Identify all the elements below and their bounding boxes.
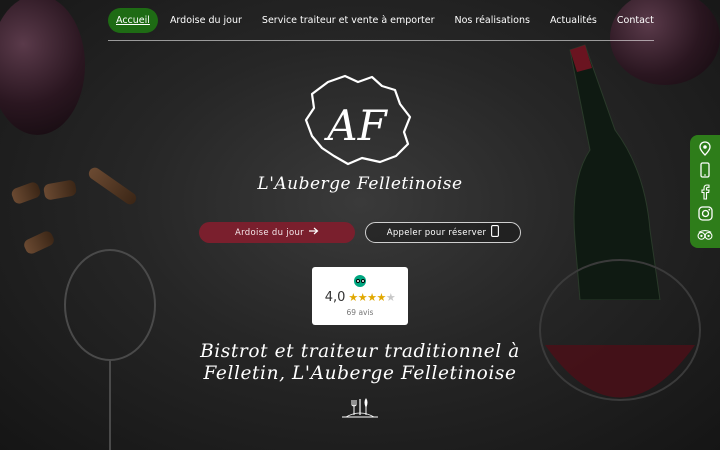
star-empty-icon: ★ xyxy=(385,291,396,304)
page-headline: Bistrot et traiteur traditionnel à Felle… xyxy=(0,341,720,385)
rating-score: 4,0 xyxy=(324,290,346,305)
tripadvisor-rating-card[interactable]: 4,0 ★★★★★ 69 avis xyxy=(312,267,408,325)
arrow-right-icon xyxy=(308,227,319,238)
tripadvisor-icon[interactable] xyxy=(697,227,713,243)
nav-item-accueil[interactable]: Accueil xyxy=(108,7,158,33)
star-filled-icon: ★ xyxy=(348,291,358,304)
social-side-bar xyxy=(690,135,720,248)
rating-count: 69 avis xyxy=(346,308,374,317)
cork-decoration xyxy=(22,229,56,256)
nav-item-traiteur[interactable]: Service traiteur et vente à emporter xyxy=(254,8,443,33)
nav-item-realisations[interactable]: Nos réalisations xyxy=(447,8,538,33)
ardoise-button-label: Ardoise du jour xyxy=(235,227,304,238)
call-button-label: Appeler pour réserver xyxy=(386,227,487,238)
nav-item-ardoise[interactable]: Ardoise du jour xyxy=(162,8,250,33)
star-filled-icon: ★ xyxy=(367,291,377,304)
call-to-book-button[interactable]: Appeler pour réserver xyxy=(365,222,521,243)
main-navigation: Accueil Ardoise du jour Service traiteur… xyxy=(108,7,654,41)
rating-row: 4,0 ★★★★★ xyxy=(312,290,408,305)
headline-line-1: Bistrot et traiteur traditionnel à xyxy=(200,341,520,362)
facebook-icon[interactable] xyxy=(697,183,713,200)
map-pin-icon[interactable] xyxy=(697,140,713,157)
nav-item-actualites[interactable]: Actualités xyxy=(542,8,605,33)
grapes-decoration xyxy=(0,0,85,135)
instagram-icon[interactable] xyxy=(697,205,713,221)
headline-line-2: Felletin, L'Auberge Felletinoise xyxy=(203,363,517,384)
nav-item-contact[interactable]: Contact xyxy=(609,8,662,33)
brand-name: L'Auberge Felletinoise xyxy=(257,174,463,194)
rating-stars: ★★★★★ xyxy=(348,291,395,304)
ardoise-button[interactable]: Ardoise du jour xyxy=(199,222,355,243)
star-filled-icon: ★ xyxy=(357,291,368,304)
tripadvisor-icon xyxy=(354,275,366,287)
star-filled-icon: ★ xyxy=(376,291,387,304)
phone-icon[interactable] xyxy=(697,162,713,178)
cutlery-icon xyxy=(342,398,378,418)
logo-map-monogram[interactable]: AF xyxy=(300,72,415,167)
phone-icon xyxy=(491,225,500,240)
logo-monogram-text: AF xyxy=(323,101,388,150)
